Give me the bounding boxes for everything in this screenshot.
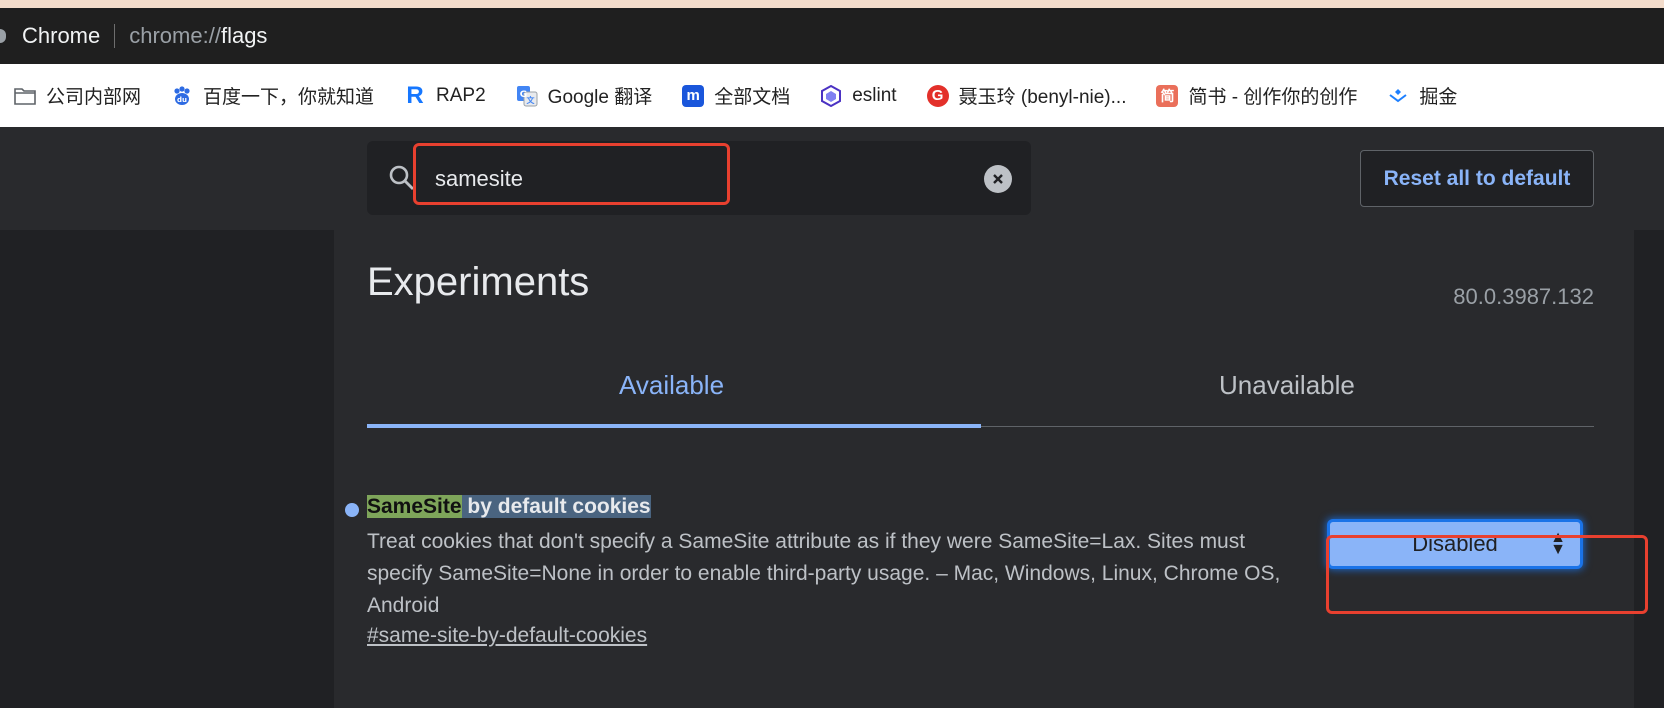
baidu-paw-icon: du	[171, 85, 193, 107]
flag-title: SameSite by default cookies	[367, 495, 651, 519]
search-header: Reset all to default	[0, 127, 1664, 230]
google-translate-icon: G文	[516, 85, 538, 107]
bookmark-label: 掘金	[1419, 87, 1458, 108]
bookmark-google-translate[interactable]: G文 Google 翻译	[502, 82, 669, 109]
flag-title-rest: by default cookies	[461, 495, 651, 518]
bookmark-label: 聂玉玲 (benyl-nie)...	[958, 87, 1127, 108]
address-divider	[114, 24, 116, 48]
bookmark-gitee[interactable]: G 聂玉玲 (benyl-nie)...	[913, 82, 1143, 109]
eslint-icon	[820, 84, 842, 107]
jianshu-icon: 简	[1156, 84, 1179, 107]
clear-search-icon[interactable]	[984, 165, 1012, 193]
bookmark-baidu[interactable]: du 百度一下，你就知道	[157, 82, 390, 109]
bookmark-label: 全部文档	[714, 87, 791, 108]
bookmark-label: eslint	[852, 84, 897, 106]
bookmark-label: 简书 - 创作你的创作	[1188, 87, 1358, 108]
address-app-name: Chrome	[22, 23, 101, 48]
tab-unavailable[interactable]: Unavailable	[1219, 370, 1355, 401]
annotation-select-box	[1326, 535, 1648, 614]
bookmark-all-docs[interactable]: m 全部文档	[668, 82, 806, 109]
bookmark-eslint[interactable]: eslint	[806, 84, 912, 107]
url-scheme: chrome://	[129, 23, 221, 48]
flag-permalink[interactable]: #same-site-by-default-cookies	[367, 624, 647, 648]
tab-available[interactable]: Available	[619, 370, 724, 401]
bookmark-label: RAP2	[436, 84, 486, 106]
page-title: Experiments	[367, 260, 590, 304]
site-info-icon[interactable]	[0, 29, 6, 43]
m-logo-icon: m	[682, 84, 705, 107]
svg-text:文: 文	[526, 95, 535, 105]
experiments-panel: Experiments 80.0.3987.132 Available Unav…	[334, 230, 1634, 708]
modified-dot	[345, 503, 359, 517]
window-top-strip	[0, 0, 1664, 8]
bookmark-jianshu[interactable]: 简 简书 - 创作你的创作	[1142, 82, 1373, 109]
tab-active-indicator	[367, 424, 981, 428]
bookmark-label: 百度一下，你就知道	[203, 87, 375, 108]
bookmark-juejin[interactable]: 掘金	[1373, 82, 1473, 109]
flag-description: Treat cookies that don't specify a SameS…	[367, 530, 1281, 617]
bookmark-label: 公司内部网	[46, 87, 142, 108]
bookmark-company-intranet[interactable]: 公司内部网	[0, 82, 157, 109]
rap-r-icon: R	[406, 81, 424, 109]
reset-all-button[interactable]: Reset all to default	[1360, 150, 1594, 207]
version-label: 80.0.3987.132	[1453, 284, 1594, 309]
juejin-icon	[1387, 85, 1409, 107]
bookmark-label: Google 翻译	[547, 87, 653, 108]
flag-title-match: SameSite	[367, 495, 462, 518]
annotation-search-box	[413, 143, 730, 205]
left-gutter	[0, 230, 334, 708]
right-gutter	[1634, 230, 1664, 708]
url-path: flags	[220, 23, 268, 48]
gitee-g-icon: G	[926, 84, 949, 107]
search-icon	[389, 165, 415, 191]
folder-icon	[14, 85, 36, 107]
bookmarks-bar: 公司内部网 du 百度一下，你就知道 R RAP2 G文 Google 翻译 m…	[0, 64, 1664, 127]
address-bar[interactable]: Chrome chrome://flags	[0, 8, 1664, 64]
bookmark-rap2[interactable]: R RAP2	[390, 81, 502, 109]
svg-text:du: du	[177, 96, 187, 104]
address-url[interactable]: chrome://flags	[129, 23, 267, 49]
